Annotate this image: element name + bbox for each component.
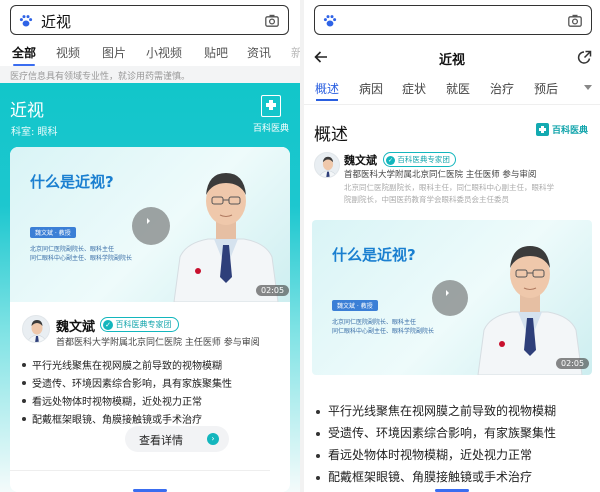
search-bar[interactable] [314,5,592,35]
paw-icon [19,15,33,27]
doctor-bio-line: 北京同仁医院副院长，眼科主任，同仁眼科中心副主任，眼科学 [344,183,554,192]
video-duration: 02:05 [556,358,590,369]
video-duration: 02:05 [256,285,290,296]
summary-bullets: 平行光线聚焦在视网膜之前导致的视物模糊 受遗传、环境因素综合影响，具有家族聚集性… [22,357,232,429]
avatar-image [319,156,337,177]
video-caption-line: 同仁眼科中心副主任、眼科学院副院长 [332,328,435,336]
arrow-right-icon: › [207,433,219,445]
list-item: 平行光线聚焦在视网膜之前导致的视物模糊 [316,402,556,424]
summary-bullets: 平行光线聚焦在视网膜之前导致的视物模糊 受遗传、环境因素综合影响，有家族聚集性 … [316,402,556,490]
doctor-image [477,246,583,375]
doctor-bio-line: 院副院长，中国医药教育学会眼科委员会主任委员 [344,194,509,204]
check-icon: ✓ [103,320,113,330]
tab-news[interactable]: 资讯 [247,44,271,61]
tab-symptoms[interactable]: 症状 [402,80,426,97]
hero-department: 科室: 眼科 [11,127,58,138]
camera-icon[interactable] [568,14,582,27]
expert-badge: ✓ 百科医典专家团 [383,152,456,167]
list-item: 配戴框架眼镜、角膜接触镜或手术治疗 [316,468,556,490]
tab-treatment-visit[interactable]: 就医 [446,80,470,97]
video-title: 什么是近视? [30,173,114,191]
doctor-avatar[interactable] [22,315,50,343]
tab-all[interactable]: 全部 [12,44,36,61]
detail-nav-bar: 近视 [304,46,600,72]
paw-icon [323,15,337,27]
video-name-tag: 魏文斌 · 教授 [30,227,76,238]
expert-badge: ✓ 百科医典专家团 [100,317,179,332]
video-caption-line: 同仁眼科中心副主任、眼科学院副院长 [30,255,133,263]
list-item: 看远处物体时视物模糊，近处视力正常 [22,393,232,411]
video-title: 什么是近视? [332,246,416,264]
chevron-down-icon[interactable] [584,85,592,90]
tab-therapy[interactable]: 治疗 [490,80,514,97]
book-icon [261,95,281,117]
tab-video[interactable]: 视频 [56,44,80,61]
list-item: 看远处物体时视物模糊，近处视力正常 [316,446,556,468]
baike-yidian-logo: 百科医典 [248,95,294,134]
view-details-label: 查看详情 [139,434,183,447]
list-item: 受遗传、环境因素综合影响，有家族聚集性 [316,424,556,446]
video-name-tag: 魏文斌 · 教授 [332,300,378,311]
video-player[interactable]: 什么是近视? 魏文斌 · 教授 北京同仁医院副院长、眼科主任 同仁眼科中心副主任… [10,147,290,302]
search-bar[interactable]: 近视 [10,5,289,35]
brand-label: 百科医典 [252,124,289,134]
doctor-image [173,173,279,302]
tab-prognosis[interactable]: 预后 [534,80,558,97]
view-details-button[interactable]: 查看详情 › [125,426,229,452]
tab-tieba[interactable]: 贴吧 [204,44,228,61]
video-player[interactable]: 什么是近视? 魏文斌 · 教授 北京同仁医院副院长、眼科主任 同仁眼科中心副主任… [312,220,592,375]
right-screen: 近视 概述 病因 症状 就医 治疗 预后 概述 百科医典 魏文斌 ✓ 百科医典专… [304,0,600,492]
video-caption-line: 北京同仁医院副院长、眼科主任 [30,246,115,253]
doctor-bio: 北京同仁医院副院长，眼科主任，同仁眼科中心副主任，眼科学 院副院长，中国医药教育… [344,182,554,205]
badge-label: 百科医典专家团 [115,320,172,329]
divider [10,470,270,471]
result-tabs: 全部 视频 图片 小视频 贴吧 资讯 新 [0,42,300,66]
doctor-name[interactable]: 魏文斌 [56,316,95,335]
tab-images[interactable]: 图片 [102,44,126,61]
play-icon[interactable] [132,207,170,245]
tab-short-video[interactable]: 小视频 [146,44,182,61]
section-title: 概述 [314,125,348,145]
video-caption-line: 北京同仁医院副院长、眼科主任 [332,319,417,326]
video-caption: 北京同仁医院副院长、眼科主任 同仁眼科中心副主任、眼科学院副院长 [332,318,434,337]
active-tab-indicator [316,99,338,101]
camera-icon[interactable] [265,14,279,27]
doctor-info: 首都医科大学附属北京同仁医院 主任医师 参与审阅 [56,338,260,348]
hero-title: 近视 [10,101,44,121]
share-icon[interactable] [577,50,592,65]
page-title: 近视 [438,53,465,68]
tab-cause[interactable]: 病因 [359,80,383,97]
list-item: 受遗传、环境因素综合影响，具有家族聚集性 [22,375,232,393]
divider [304,104,600,105]
doctor-info: 首都医科大学附属北京同仁医院 主任医师 参与审阅 [344,170,537,180]
tab-overview[interactable]: 概述 [315,80,339,97]
doctor-avatar[interactable] [314,152,340,178]
tab-new[interactable]: 新 [291,44,300,61]
video-caption: 北京同仁医院副院长、眼科主任 同仁眼科中心副主任、眼科学院副院长 [30,245,132,264]
play-icon[interactable] [432,280,468,316]
book-icon [536,123,549,136]
check-icon: ✓ [386,156,395,165]
badge-label: 百科医典专家团 [397,155,450,164]
left-screen: 近视 全部 视频 图片 小视频 贴吧 资讯 新 医疗信息具有领域专业性，就诊用药… [0,0,300,492]
brand-label: 百科医典 [552,126,589,136]
doctor-name[interactable]: 魏文斌 [344,152,377,168]
detail-tabs: 概述 病因 症状 就医 治疗 预后 [304,78,600,102]
list-item: 平行光线聚焦在视网膜之前导致的视物模糊 [22,357,232,375]
medical-notice: 医疗信息具有领域专业性，就诊用药需谨慎。 [0,66,300,83]
avatar-image [27,320,47,342]
search-input[interactable]: 近视 [41,11,71,32]
